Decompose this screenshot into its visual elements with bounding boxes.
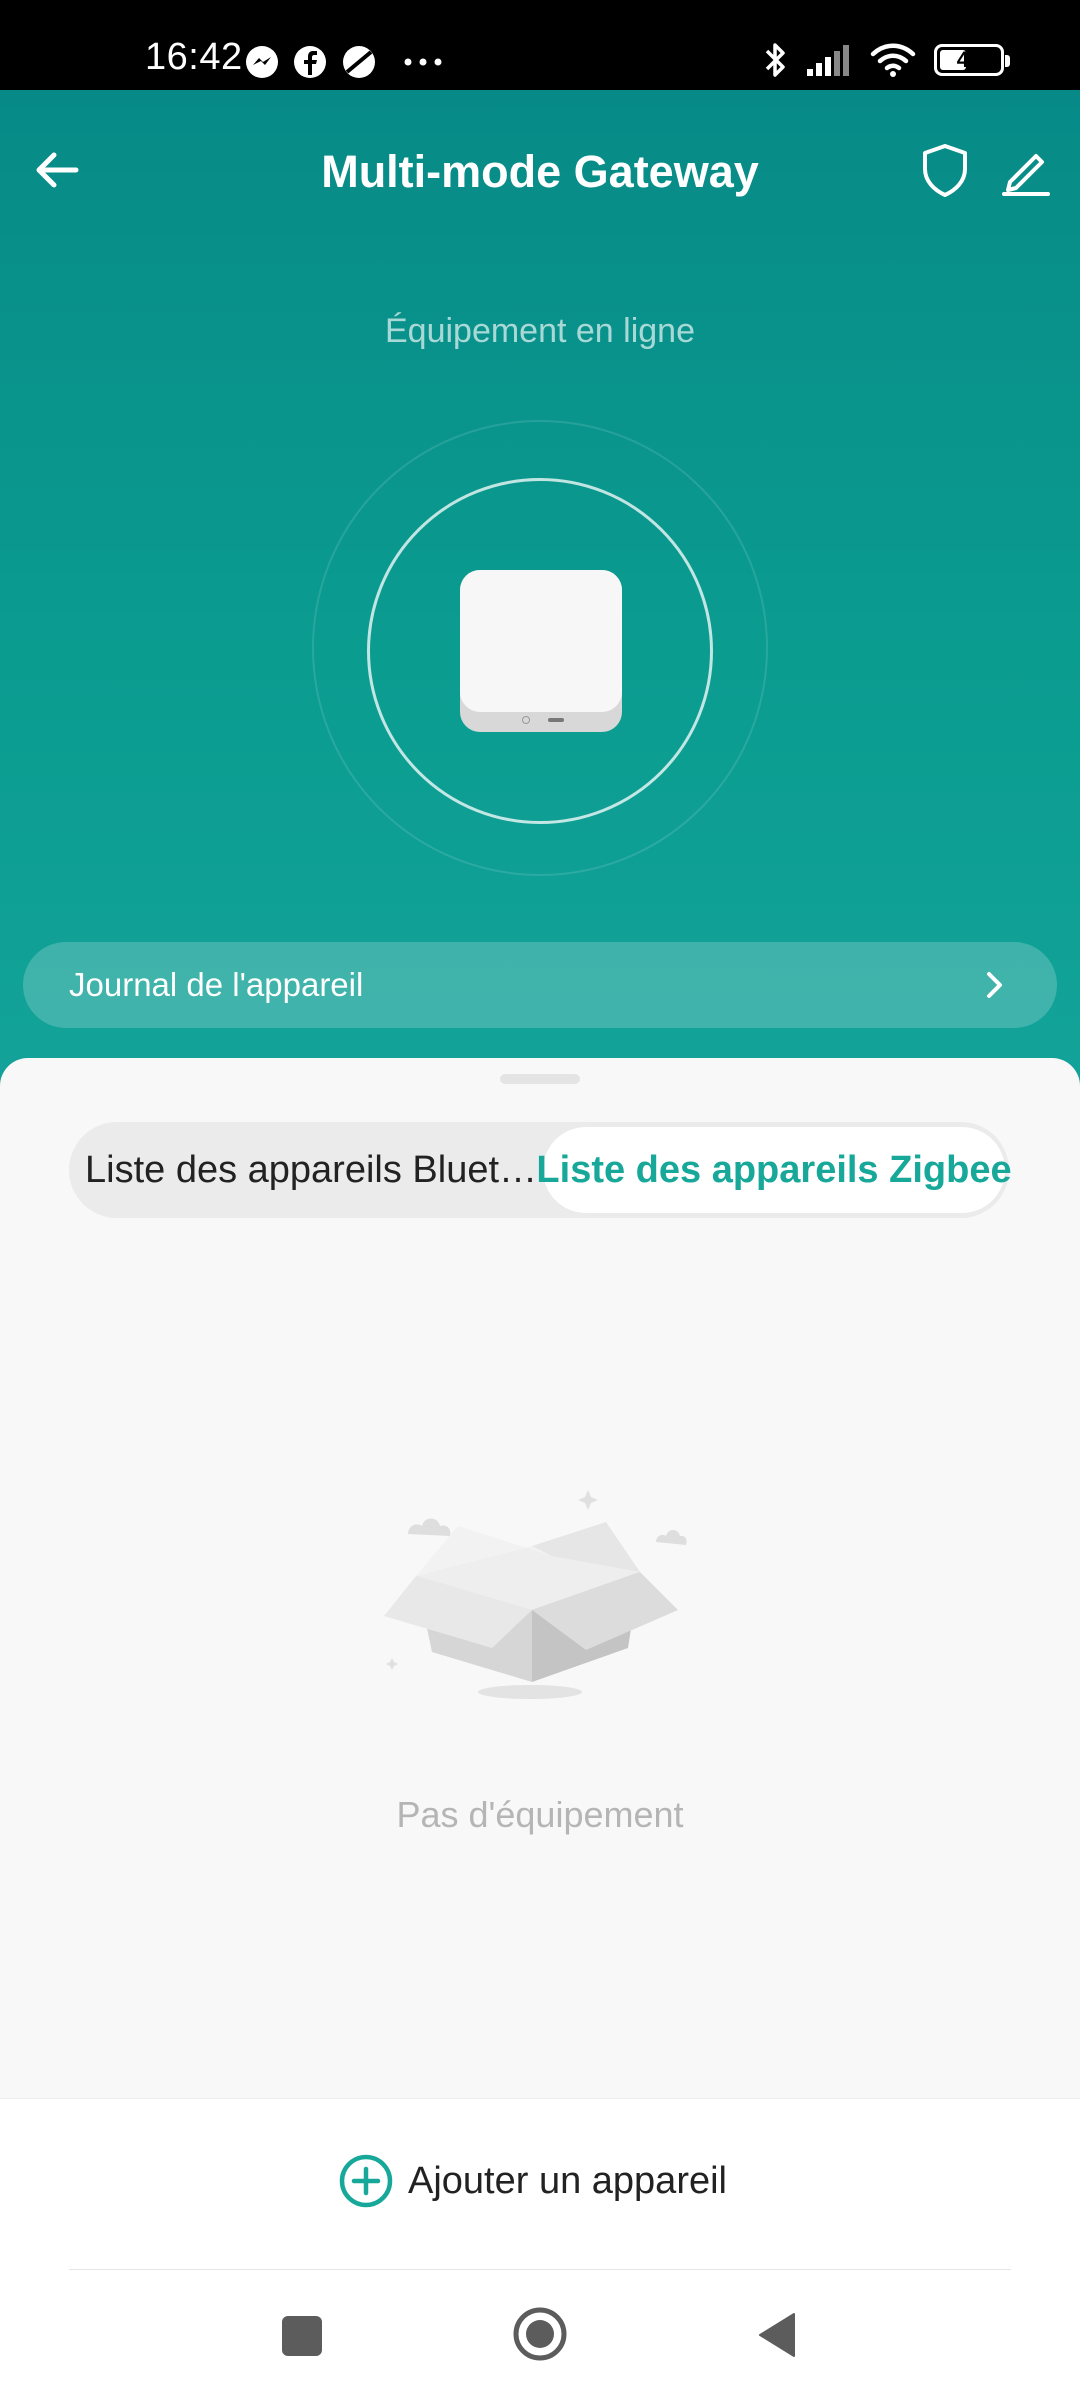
device-button — [522, 716, 530, 724]
messenger-icon — [246, 46, 278, 78]
add-device-label: Ajouter un appareil — [408, 2159, 727, 2202]
facebook-icon — [294, 46, 326, 78]
gateway-device-image — [460, 570, 622, 732]
add-device-area: Ajouter un appareil — [0, 2098, 1080, 2270]
recents-square-icon[interactable] — [282, 2316, 322, 2356]
battery-level: 44 — [956, 47, 982, 72]
sheet-drag-handle[interactable] — [500, 1074, 580, 1084]
bluetooth-icon — [765, 43, 785, 77]
wifi-icon — [870, 43, 916, 77]
device-log-button[interactable]: Journal de l'appareil — [23, 942, 1057, 1028]
status-bar: 16:42 44 — [0, 0, 1080, 90]
shield-icon[interactable] — [915, 140, 975, 200]
tab-zigbee-devices[interactable]: Liste des appareils Zigbee — [536, 1127, 1012, 1213]
device-header: Multi-mode Gateway Équipement en ligne J… — [0, 90, 1080, 1120]
online-status: Équipement en ligne — [384, 312, 695, 350]
status-system-icons: 44 — [764, 38, 1010, 82]
signal-icon — [807, 45, 849, 76]
device-log-label: Journal de l'appareil — [69, 966, 364, 1003]
empty-box-icon — [384, 1490, 687, 1699]
empty-state-message: Pas d'équipement — [396, 1794, 684, 1835]
more-dots-icon — [404, 58, 442, 66]
edit-pencil-icon[interactable] — [996, 140, 1056, 200]
add-device-button[interactable]: Ajouter un appareil — [338, 2151, 727, 2211]
device-face — [460, 570, 622, 712]
device-led — [548, 718, 564, 722]
no-sync-icon — [343, 46, 375, 78]
chevron-right-icon — [987, 972, 1002, 998]
system-nav-bar — [0, 2270, 1080, 2400]
status-notification-icons — [245, 42, 443, 82]
device-list-tabs: Liste des appareils Bluet… Liste des app… — [69, 1122, 1012, 1218]
back-triangle-icon[interactable] — [756, 2310, 796, 2360]
tab-bluetooth-devices[interactable]: Liste des appareils Bluet… — [69, 1122, 543, 1218]
battery-icon: 44 — [934, 44, 1010, 76]
add-circle-icon — [339, 2154, 393, 2208]
status-time: 16:42 — [145, 36, 243, 78]
home-circle-icon[interactable] — [512, 2306, 568, 2362]
